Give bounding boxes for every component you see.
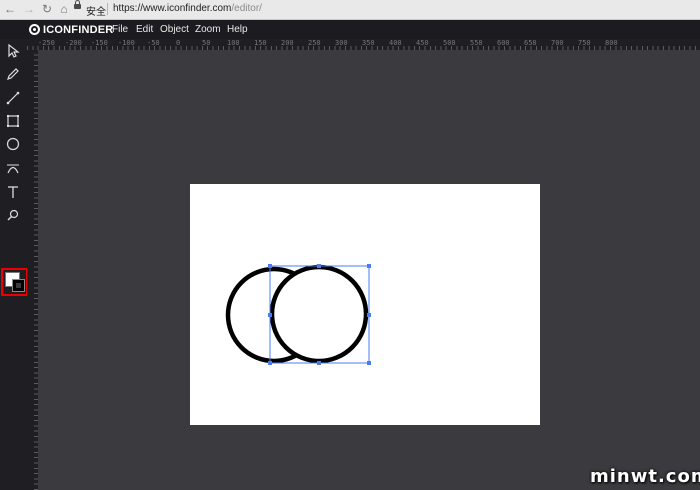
url-path: /editor/ <box>231 3 262 14</box>
color-swatches[interactable] <box>1 268 28 296</box>
curve-icon[interactable] <box>2 157 24 179</box>
url-host: https://www.iconfinder.com <box>113 3 232 14</box>
reload-icon[interactable]: ↻ <box>40 2 54 16</box>
menu-help[interactable]: Help <box>227 24 248 35</box>
resize-handle[interactable] <box>367 313 371 317</box>
ruler-label: 350 <box>362 39 375 47</box>
ruler-label: -200 <box>65 39 82 47</box>
ruler-label: 450 <box>416 39 429 47</box>
ruler-label: 200 <box>281 39 294 47</box>
logo-icon <box>29 24 40 35</box>
circle-shape-selected[interactable] <box>269 264 369 364</box>
address-divider <box>107 3 108 15</box>
canvas-drawing[interactable] <box>190 184 540 425</box>
address-bar[interactable]: https://www.iconfinder.com/editor/ <box>113 3 262 14</box>
ellipse-icon[interactable] <box>2 133 24 155</box>
lock-icon[interactable] <box>74 0 81 9</box>
select-arrow-icon[interactable] <box>2 40 24 62</box>
ruler-label: 700 <box>551 39 564 47</box>
line-icon[interactable] <box>2 87 24 109</box>
zoom-icon[interactable] <box>2 204 24 226</box>
ruler-label: -150 <box>91 39 108 47</box>
secure-label[interactable]: 安全 <box>86 3 106 18</box>
resize-handle[interactable] <box>268 313 272 317</box>
tool-sidebar <box>0 39 28 490</box>
app-menubar: ICONFINDER File Edit Object Zoom Help <box>0 20 700 39</box>
horizontal-ruler: -250 -200 -150 -100 -50 0 50 100 150 200… <box>27 39 700 50</box>
resize-handle[interactable] <box>317 361 321 365</box>
ruler-label: 300 <box>335 39 348 47</box>
watermark: minwt.com <box>590 466 700 487</box>
resize-handle[interactable] <box>367 264 371 268</box>
menu-object[interactable]: Object <box>160 24 189 35</box>
ruler-label: -250 <box>38 39 55 47</box>
logo-text: ICONFINDER <box>43 23 114 36</box>
menu-edit[interactable]: Edit <box>136 24 153 35</box>
ruler-label: 400 <box>389 39 402 47</box>
app-logo[interactable]: ICONFINDER <box>29 22 113 37</box>
rectangle-icon[interactable] <box>2 110 24 132</box>
ruler-label: 50 <box>202 39 211 47</box>
ruler-label: 800 <box>605 39 618 47</box>
resize-handle[interactable] <box>367 361 371 365</box>
ruler-label: 550 <box>470 39 483 47</box>
ruler-label: 0 <box>176 39 181 47</box>
resize-handle[interactable] <box>268 264 272 268</box>
resize-handle[interactable] <box>268 361 272 365</box>
ruler-label: -100 <box>118 39 135 47</box>
ruler-label: 650 <box>524 39 537 47</box>
ruler-label: 150 <box>254 39 267 47</box>
ruler-label: 100 <box>227 39 240 47</box>
ruler-label: 750 <box>578 39 591 47</box>
browser-toolbar: ← → ↻ ⌂ 安全 https://www.iconfinder.com/ed… <box>0 0 700 20</box>
menu-zoom[interactable]: Zoom <box>195 24 221 35</box>
stroke-color-swatch[interactable] <box>12 279 25 292</box>
ruler-label: -50 <box>147 39 160 47</box>
menu-file[interactable]: File <box>112 24 128 35</box>
back-icon[interactable]: ← <box>3 2 17 16</box>
ruler-label: 500 <box>443 39 456 47</box>
artboard[interactable] <box>190 184 540 425</box>
ruler-label: 250 <box>308 39 321 47</box>
vertical-ruler <box>27 50 38 490</box>
resize-handle[interactable] <box>317 264 321 268</box>
forward-icon[interactable]: → <box>22 2 36 16</box>
text-icon[interactable] <box>2 181 24 203</box>
ruler-label: 600 <box>497 39 510 47</box>
home-icon[interactable]: ⌂ <box>57 2 71 16</box>
pen-icon[interactable] <box>2 63 24 85</box>
